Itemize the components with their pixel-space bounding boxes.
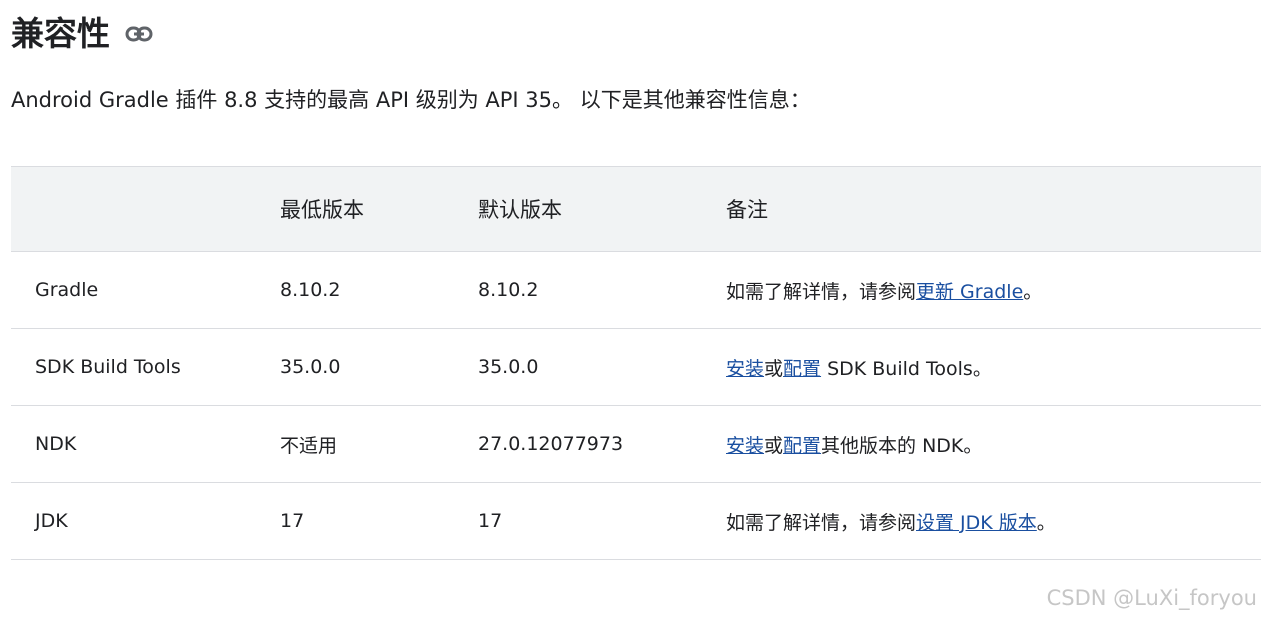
install-ndk-link[interactable]: 安装 <box>726 435 764 457</box>
cell-min-version: 8.10.2 <box>280 251 478 329</box>
note-suffix: 其他版本的 NDK。 <box>821 434 983 457</box>
note-suffix: 。 <box>1023 280 1043 303</box>
table-row: Gradle 8.10.2 8.10.2 如需了解详情，请参阅更新 Gradle… <box>11 251 1261 329</box>
page: 兼容性 Android Gradle 插件 8.8 支持的最高 API 级别为 … <box>0 0 1261 618</box>
header-cell-component <box>11 166 280 252</box>
note-prefix: 如需了解详情，请参阅 <box>726 511 917 534</box>
table-row: JDK 17 17 如需了解详情，请参阅设置 JDK 版本。 <box>11 482 1261 560</box>
install-build-tools-link[interactable]: 安装 <box>726 358 764 380</box>
cell-default-version: 27.0.12077973 <box>478 405 726 483</box>
page-title: 兼容性 <box>11 14 110 53</box>
cell-component: JDK <box>11 482 280 560</box>
compatibility-table: 最低版本 默认版本 备注 Gradle 8.10.2 8.10.2 如需了解详情… <box>11 166 1261 560</box>
note-suffix: 。 <box>1036 511 1056 534</box>
cell-min-version: 35.0.0 <box>280 328 478 406</box>
cell-default-version: 17 <box>478 482 726 560</box>
cell-min-version: 不适用 <box>280 405 478 483</box>
note-suffix: SDK Build Tools。 <box>821 357 992 380</box>
cell-notes: 安装或配置 SDK Build Tools。 <box>726 328 1261 406</box>
set-jdk-version-link[interactable]: 设置 JDK 版本 <box>916 512 1037 534</box>
table-header-row: 最低版本 默认版本 备注 <box>11 166 1261 252</box>
cell-default-version: 35.0.0 <box>478 328 726 406</box>
cell-notes: 如需了解详情，请参阅设置 JDK 版本。 <box>726 482 1261 560</box>
table-row: NDK 不适用 27.0.12077973 安装或配置其他版本的 NDK。 <box>11 405 1261 483</box>
update-gradle-link[interactable]: 更新 Gradle <box>916 281 1023 303</box>
cell-default-version: 8.10.2 <box>478 251 726 329</box>
intro-text: Android Gradle 插件 8.8 支持的最高 API 级别为 API … <box>11 88 811 112</box>
table-row: SDK Build Tools 35.0.0 35.0.0 安装或配置 SDK … <box>11 328 1261 406</box>
cell-notes: 安装或配置其他版本的 NDK。 <box>726 405 1261 483</box>
watermark: CSDN @LuXi_foryou <box>1046 586 1257 610</box>
link-icon[interactable] <box>122 17 156 51</box>
note-middle: 或 <box>764 434 784 457</box>
configure-ndk-link[interactable]: 配置 <box>783 435 821 457</box>
cell-component: Gradle <box>11 251 280 329</box>
configure-build-tools-link[interactable]: 配置 <box>783 358 821 380</box>
section-heading: 兼容性 <box>11 12 156 56</box>
header-cell-min-version: 最低版本 <box>280 166 478 252</box>
cell-component: NDK <box>11 405 280 483</box>
cell-component: SDK Build Tools <box>11 328 280 406</box>
cell-min-version: 17 <box>280 482 478 560</box>
cell-notes: 如需了解详情，请参阅更新 Gradle。 <box>726 251 1261 329</box>
header-cell-default-version: 默认版本 <box>478 166 726 252</box>
note-prefix: 如需了解详情，请参阅 <box>726 280 917 303</box>
note-middle: 或 <box>764 357 784 380</box>
header-cell-notes: 备注 <box>726 166 1261 252</box>
